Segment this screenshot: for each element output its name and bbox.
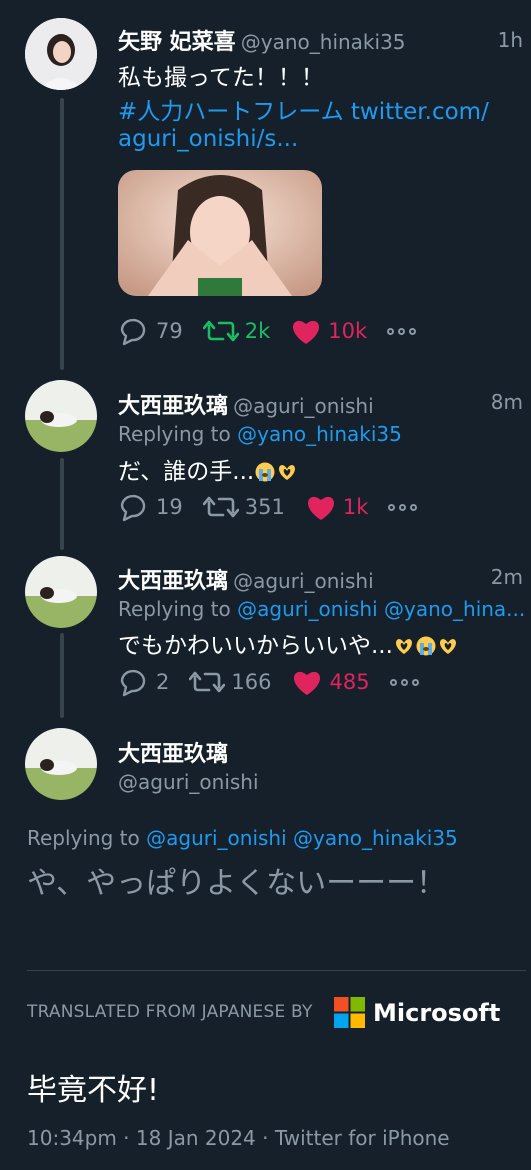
username[interactable]: @aguri_onishi <box>118 770 259 794</box>
retweet-icon <box>202 320 239 342</box>
like-count: 10k <box>328 319 368 343</box>
heart-hands-icon <box>395 639 412 654</box>
media-image[interactable] <box>118 170 322 296</box>
retweet-count: 166 <box>231 670 272 694</box>
retweet-icon <box>189 671 226 693</box>
like-count: 1k <box>342 495 369 519</box>
reply-button[interactable]: 79 <box>118 316 183 346</box>
timestamp[interactable]: 8m <box>491 390 523 414</box>
heart-icon <box>307 496 334 520</box>
replying-label: Replying to <box>27 826 140 850</box>
avatar[interactable] <box>25 728 97 800</box>
like-button[interactable]: 485 <box>291 667 370 697</box>
translator-name: Microsoft <box>373 998 501 1027</box>
avatar[interactable] <box>25 18 97 90</box>
thread-line <box>60 458 64 550</box>
replying-label: Replying to <box>118 597 231 621</box>
more-options-icon[interactable] <box>387 327 417 335</box>
timestamp[interactable]: 1h <box>498 28 523 52</box>
avatar[interactable] <box>25 380 97 452</box>
loudly-crying-face-icon <box>255 462 275 482</box>
retweet-count: 2k <box>244 319 271 343</box>
reply-count: 2 <box>156 670 170 694</box>
main-tweet-text: や、やっぱりよくないーーー！ <box>27 866 447 901</box>
heart-hands-icon <box>279 465 296 480</box>
replying-label: Replying to <box>118 422 231 446</box>
microsoft-logo: Microsoft <box>334 997 500 1028</box>
retweet-button[interactable]: 2k <box>202 316 271 346</box>
username[interactable]: @aguri_onishi <box>233 569 374 593</box>
retweet-count: 351 <box>244 495 285 519</box>
reply-icon <box>120 318 146 346</box>
like-button[interactable]: 10k <box>290 316 367 346</box>
tweet-meta[interactable]: 10:34pm · 18 Jan 2024 · Twitter for iPho… <box>27 1126 450 1150</box>
thread-line <box>60 98 64 370</box>
tweet-text: 私も撮ってた！！！ <box>118 65 324 91</box>
tweet-text: だ、誰の手... <box>118 459 255 485</box>
retweet-button[interactable]: 166 <box>189 667 271 697</box>
translated-label: TRANSLATED FROM JAPANESE BY <box>27 1002 313 1022</box>
reply-button[interactable]: 2 <box>118 667 169 697</box>
display-name[interactable]: 矢野 妃菜喜 <box>118 30 236 55</box>
username[interactable]: @yano_hinaki35 <box>241 30 406 54</box>
display-name[interactable]: 大西亜玖璃 <box>118 569 228 594</box>
heart-icon <box>294 671 321 695</box>
retweet-button[interactable]: 351 <box>202 492 285 522</box>
tweet-link[interactable]: #人力ハートフレーム twitter.com/ <box>118 92 489 126</box>
tweet-actions: 19 351 1k <box>118 492 418 522</box>
replying-to-link[interactable]: @aguri_onishi @yano_hina... <box>237 597 525 621</box>
reply-icon <box>120 494 146 522</box>
loudly-crying-face-icon <box>416 636 436 656</box>
tweet-actions: 2 166 485 <box>118 667 419 697</box>
divider <box>27 970 526 971</box>
tweet-actions: 79 2k 10k <box>118 316 417 346</box>
more-options-icon[interactable] <box>389 678 419 686</box>
tweet-link[interactable]: aguri_onishi/s... <box>118 126 298 152</box>
reply-icon <box>120 669 146 697</box>
replying-to-link[interactable]: @yano_hinaki35 <box>237 422 402 446</box>
thread-line <box>60 633 64 718</box>
retweet-icon <box>202 496 239 518</box>
microsoft-logo-icon <box>334 997 365 1028</box>
tweet-text: でもかわいいからいいや... <box>118 633 393 659</box>
translation-text: 毕竟不好! <box>27 1073 160 1108</box>
more-options-icon[interactable] <box>388 503 418 511</box>
reply-count: 79 <box>156 319 183 343</box>
reply-button[interactable]: 19 <box>118 492 183 522</box>
heart-hands-icon <box>439 639 456 654</box>
timestamp[interactable]: 2m <box>491 565 523 589</box>
display-name[interactable]: 大西亜玖璃 <box>118 736 228 768</box>
replying-to-link[interactable]: @aguri_onishi @yano_hinaki35 <box>146 826 458 850</box>
like-button[interactable]: 1k <box>305 492 369 522</box>
display-name[interactable]: 大西亜玖璃 <box>118 394 228 419</box>
like-count: 485 <box>329 670 370 694</box>
heart-icon <box>293 320 320 344</box>
reply-count: 19 <box>156 495 183 519</box>
username[interactable]: @aguri_onishi <box>233 394 374 418</box>
avatar[interactable] <box>25 556 97 628</box>
